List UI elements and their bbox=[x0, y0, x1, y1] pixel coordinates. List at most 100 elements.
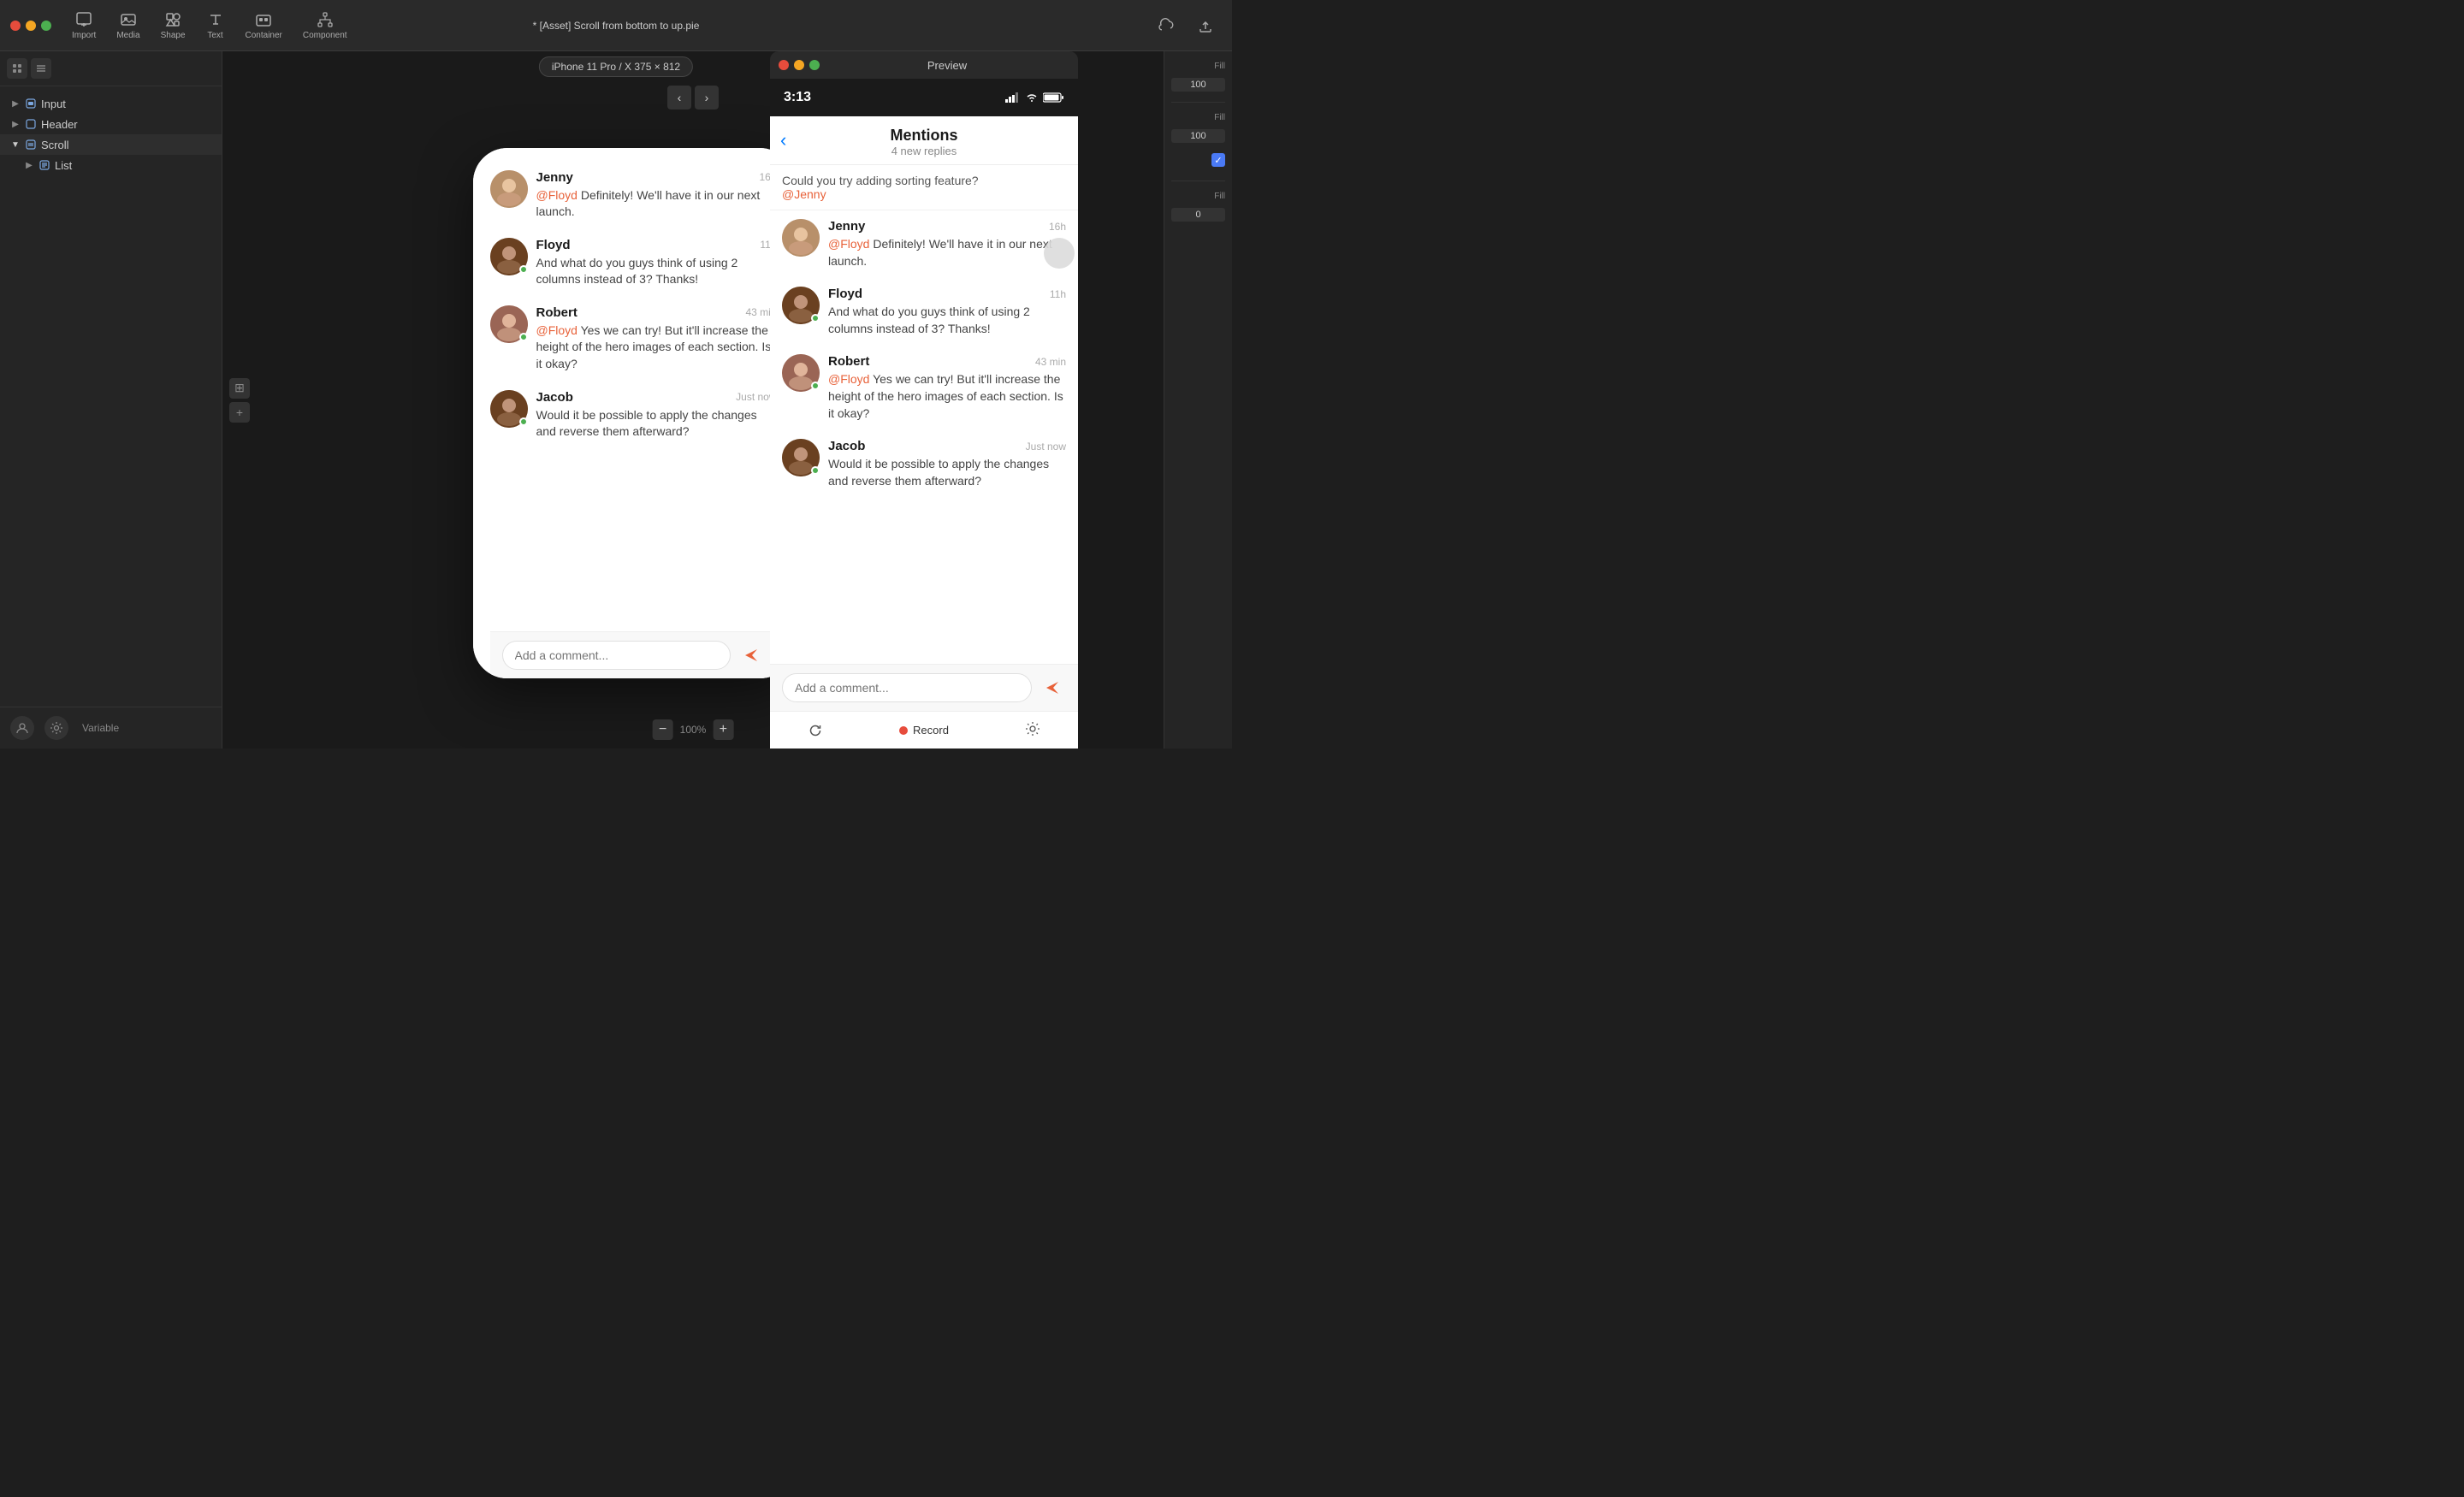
cloud-icon bbox=[1157, 16, 1176, 35]
fill-label-1: Fill bbox=[1171, 62, 1225, 71]
import-button[interactable]: Import bbox=[65, 7, 103, 44]
canvas-floyd-online-dot bbox=[519, 265, 528, 274]
canvas-jacob-body: Jacob Just now Would it be possible to a… bbox=[536, 390, 777, 441]
minimize-button[interactable] bbox=[26, 21, 36, 31]
window-controls bbox=[10, 21, 51, 31]
preview-jenny-text: @Floyd Definitely! We'll have it in our … bbox=[828, 236, 1066, 269]
fill-value-1[interactable]: 100 bbox=[1171, 78, 1225, 92]
preview-msg-robert: Robert 43 min @Floyd Yes we can try! But… bbox=[770, 346, 1078, 430]
zoom-out-button[interactable]: − bbox=[653, 719, 673, 740]
refresh-button[interactable] bbox=[808, 723, 823, 738]
window-title: * [Asset] Scroll from bottom to up.pie bbox=[533, 20, 700, 32]
record-dot-icon bbox=[899, 726, 908, 735]
toolbar: Import Media Shape Text bbox=[0, 0, 1232, 51]
canvas-jenny-avatar-wrap bbox=[490, 170, 528, 208]
preview-time: 3:13 bbox=[784, 90, 811, 105]
canvas-floyd-text: And what do you guys think of using 2 co… bbox=[536, 255, 777, 288]
battery-icon bbox=[1043, 92, 1064, 103]
cloud-button[interactable] bbox=[1150, 13, 1182, 38]
layer-tree: ▶ Input ▶ Header bbox=[0, 86, 222, 707]
back-button[interactable]: ‹ bbox=[780, 129, 786, 151]
canvas-floyd-avatar-wrap bbox=[490, 238, 528, 275]
device-selector[interactable]: iPhone 11 Pro / X 375 × 812 bbox=[539, 56, 693, 77]
preview-titlebar: Preview bbox=[770, 51, 1078, 79]
checkbox-container: ✓ bbox=[1171, 153, 1225, 167]
zoom-control: − 100% + bbox=[653, 719, 734, 740]
preview-zoom-btn[interactable] bbox=[809, 60, 820, 70]
upload-icon bbox=[1196, 16, 1215, 35]
preview-comment-input[interactable] bbox=[782, 673, 1032, 702]
user-icon[interactable] bbox=[10, 716, 34, 740]
preview-jacob-text: Would it be possible to apply the change… bbox=[828, 456, 1066, 489]
settings-gear-button[interactable] bbox=[1025, 721, 1040, 739]
sidebar: ▶ Input ▶ Header bbox=[0, 51, 222, 748]
sidebar-item-list[interactable]: ▶ List bbox=[0, 155, 222, 175]
canvas-msg-robert: Robert 43 min @Floyd Yes we can try! But… bbox=[490, 297, 777, 382]
sidebar-item-scroll[interactable]: ▼ Scroll bbox=[0, 134, 222, 155]
preview-jenny-avatar bbox=[782, 219, 820, 257]
preview-send-button[interactable] bbox=[1039, 674, 1066, 701]
component-icon-small bbox=[24, 97, 38, 110]
sidebar-item-input[interactable]: ▶ Input bbox=[0, 93, 222, 114]
canvas-robert-avatar-wrap bbox=[490, 305, 528, 343]
zoom-in-button[interactable]: + bbox=[713, 719, 733, 740]
add-button[interactable]: + bbox=[229, 402, 250, 423]
canvas-jacob-text: Would it be possible to apply the change… bbox=[536, 407, 777, 441]
zoom-button[interactable] bbox=[41, 21, 51, 31]
preview-messages-list: Jenny 16h @Floyd Definitely! We'll have … bbox=[770, 210, 1078, 664]
media-icon bbox=[119, 10, 138, 29]
fill-label-2: Fill bbox=[1171, 113, 1225, 122]
record-button[interactable]: Record bbox=[899, 724, 949, 737]
canvas-nav: ‹ › bbox=[667, 86, 719, 109]
sidebar-footer: Variable bbox=[0, 707, 222, 748]
chevron-right-icon: ▶ bbox=[10, 98, 21, 109]
sidebar-item-header[interactable]: ▶ Header bbox=[0, 114, 222, 134]
canvas-msg-floyd: Floyd 11h And what do you guys think of … bbox=[490, 229, 777, 297]
canvas-jenny-text: @Floyd Definitely! We'll have it in our … bbox=[536, 187, 777, 221]
text-button[interactable]: Text bbox=[199, 7, 232, 44]
main-area: ▶ Input ▶ Header bbox=[0, 51, 1232, 748]
preview-floyd-avatar-wrap bbox=[782, 287, 820, 324]
preview-robert-online-dot bbox=[811, 382, 820, 390]
media-button[interactable]: Media bbox=[110, 7, 146, 44]
preview-comment-area bbox=[770, 664, 1078, 711]
signal-icon bbox=[1005, 92, 1021, 103]
canvas-floyd-body: Floyd 11h And what do you guys think of … bbox=[536, 238, 777, 288]
preview-jenny-body: Jenny 16h @Floyd Definitely! We'll have … bbox=[828, 219, 1066, 269]
layer-panel-btn[interactable] bbox=[31, 58, 51, 79]
canvas-comment-input[interactable] bbox=[502, 641, 731, 670]
fill-value-3[interactable]: 0 bbox=[1171, 208, 1225, 222]
preview-window: Preview 3:13 bbox=[770, 51, 1078, 748]
canvas-send-button[interactable] bbox=[737, 642, 765, 669]
text-icon bbox=[206, 10, 225, 29]
phone-content: Jenny 16h @Floyd Definitely! We'll have … bbox=[473, 148, 794, 678]
canvas: ‹ › ⊞ + Jenny bbox=[222, 51, 1164, 748]
container-button[interactable]: Container bbox=[239, 7, 289, 44]
settings-icon[interactable] bbox=[44, 716, 68, 740]
zoom-level: 100% bbox=[680, 724, 707, 736]
component-button[interactable]: Component bbox=[296, 7, 354, 44]
canvas-robert-online-dot bbox=[519, 333, 528, 341]
chevron-down-icon: ▼ bbox=[10, 139, 21, 150]
canvas-robert-body: Robert 43 min @Floyd Yes we can try! But… bbox=[536, 305, 777, 373]
shape-button[interactable]: Shape bbox=[154, 7, 192, 44]
page-panel-btn[interactable] bbox=[7, 58, 27, 79]
canvas-comment-area bbox=[490, 631, 777, 678]
nav-back-button[interactable]: ‹ bbox=[667, 86, 691, 109]
fill-value-2[interactable]: 100 bbox=[1171, 129, 1225, 143]
panel-toggle-button[interactable]: ⊞ bbox=[229, 378, 250, 399]
canvas-jenny-body: Jenny 16h @Floyd Definitely! We'll have … bbox=[536, 170, 777, 221]
preview-close-btn[interactable] bbox=[779, 60, 789, 70]
list-icon bbox=[38, 158, 51, 172]
preview-jacob-avatar-wrap bbox=[782, 439, 820, 476]
component-icon bbox=[316, 10, 335, 29]
status-icons bbox=[1005, 92, 1064, 103]
preview-intro-text: Could you try adding sorting feature? bbox=[782, 174, 1066, 187]
upload-button[interactable] bbox=[1189, 13, 1222, 38]
scroll-icon bbox=[24, 138, 38, 151]
fill-checkbox[interactable]: ✓ bbox=[1211, 153, 1225, 167]
close-button[interactable] bbox=[10, 21, 21, 31]
preview-min-btn[interactable] bbox=[794, 60, 804, 70]
nav-forward-button[interactable]: › bbox=[695, 86, 719, 109]
preview-mentions-header: ‹ Mentions 4 new replies bbox=[770, 116, 1078, 165]
